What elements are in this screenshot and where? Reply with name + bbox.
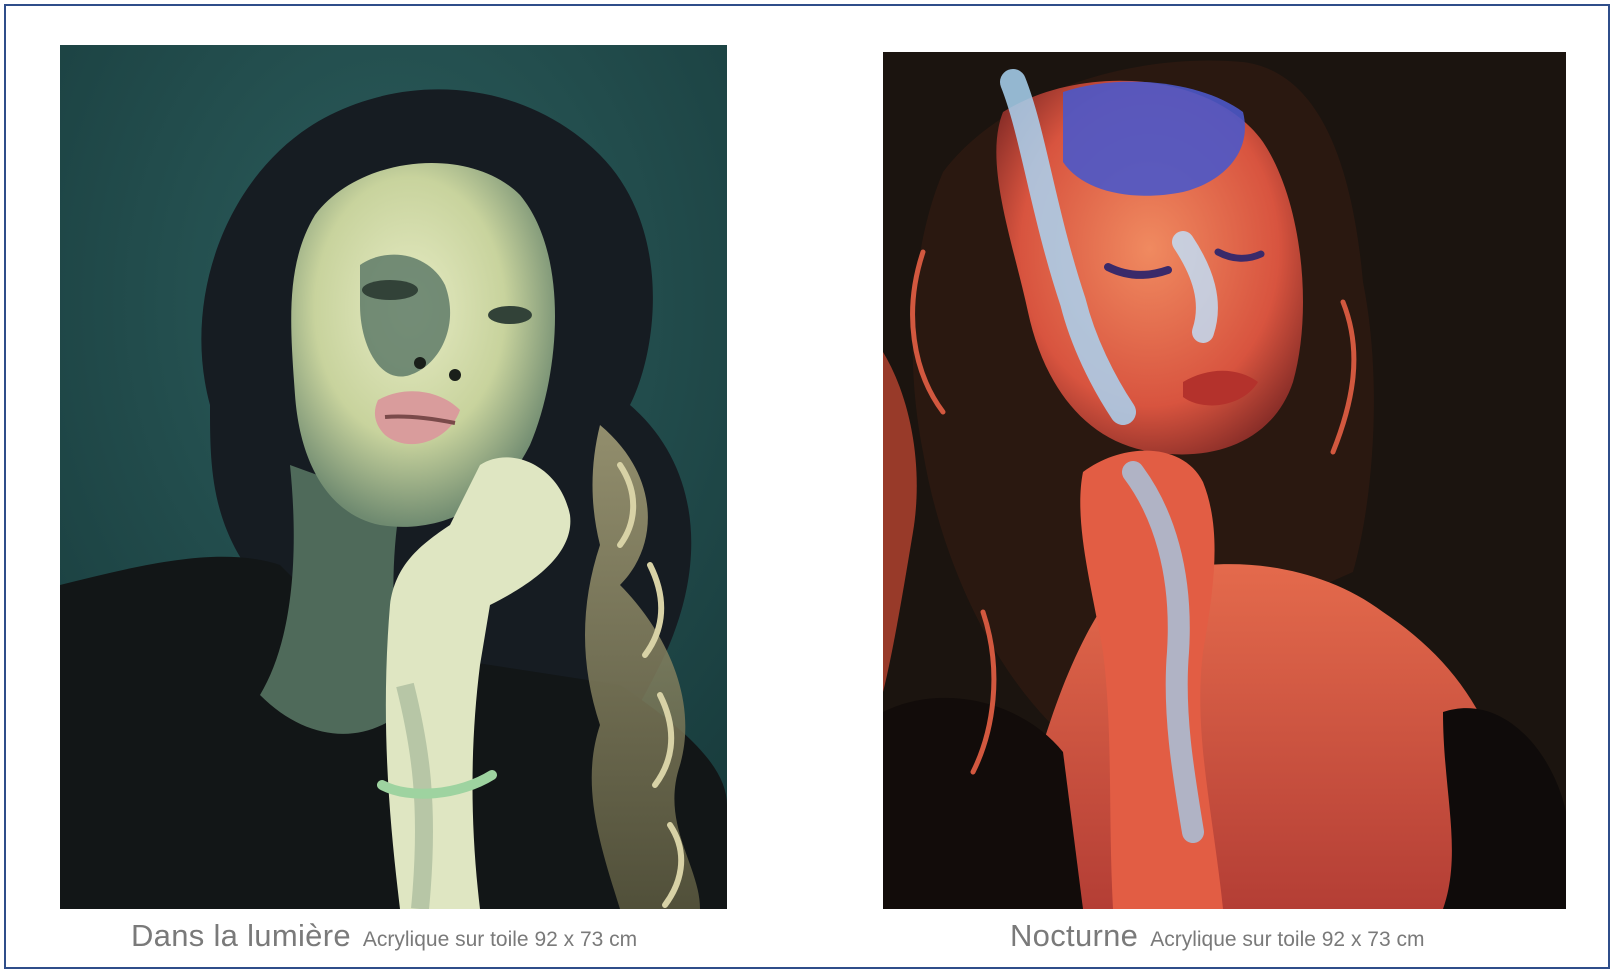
artwork-details: Acrylique sur toile 92 x 73 cm <box>1150 928 1425 951</box>
painting-nocturne <box>883 52 1566 909</box>
artwork-details: Acrylique sur toile 92 x 73 cm <box>362 928 638 951</box>
artwork-title: Nocturne <box>1010 918 1139 953</box>
painting-dans-la-lumiere <box>60 45 727 909</box>
painting-dans-la-lumiere-image <box>60 45 727 909</box>
painting-nocturne-image <box>883 52 1566 909</box>
caption-nocturne: Nocturne Acrylique sur toile 92 x 73 cm <box>1010 918 1424 954</box>
artwork-title: Dans la lumière <box>131 918 351 953</box>
caption-dans-la-lumiere: Dans la lumière Acrylique sur toile 92 x … <box>131 918 637 954</box>
